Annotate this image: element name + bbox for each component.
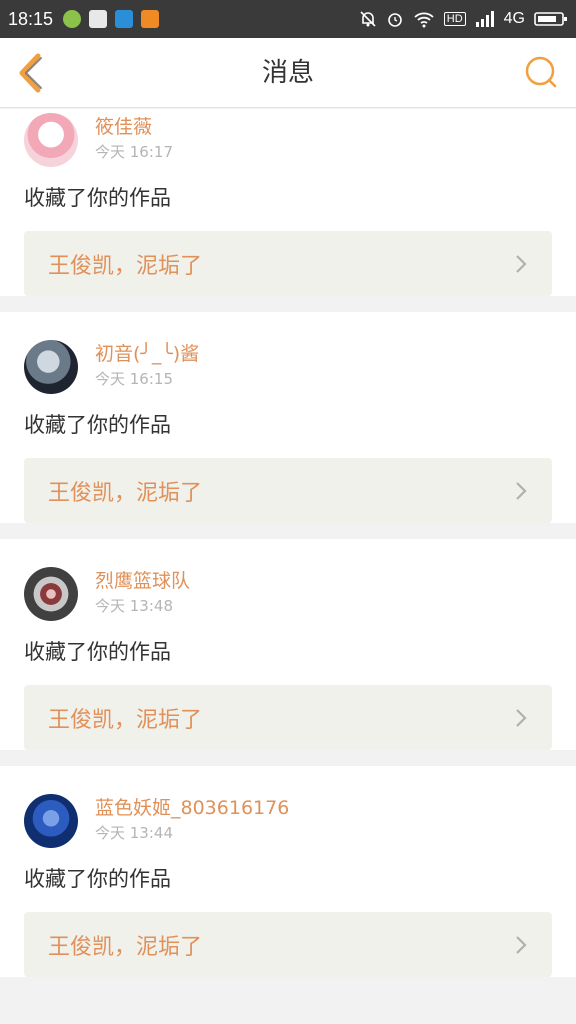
chevron-right-icon — [516, 481, 527, 500]
network-label: 4G — [503, 10, 525, 27]
work-title: 王俊凯，泥垢了 — [48, 480, 203, 506]
message-card: 初音(╯_╰)酱 今天 16:15 收藏了你的作品 王俊凯，泥垢了 — [0, 312, 576, 523]
signal-icon — [475, 11, 494, 27]
back-button[interactable] — [10, 50, 56, 96]
work-link[interactable]: 王俊凯，泥垢了 — [24, 685, 552, 750]
message-card: 烈鹰篮球队 今天 13:48 收藏了你的作品 王俊凯，泥垢了 — [0, 539, 576, 750]
work-title: 王俊凯，泥垢了 — [48, 707, 203, 733]
chevron-left-icon — [19, 53, 41, 93]
alarm-icon — [387, 13, 402, 27]
app-icon-green — [63, 10, 82, 28]
timestamp: 今天 13:44 — [95, 824, 173, 842]
work-link[interactable]: 王俊凯，泥垢了 — [24, 912, 552, 977]
message-header: 筱佳薇 今天 16:17 — [24, 113, 552, 175]
action-text: 收藏了你的作品 — [24, 413, 171, 437]
message-header: 初音(╯_╰)酱 今天 16:15 — [24, 336, 552, 402]
battery-icon — [534, 12, 567, 26]
chevron-right-icon — [516, 254, 527, 273]
avatar[interactable] — [24, 794, 78, 848]
search-icon — [525, 56, 557, 88]
username[interactable]: 烈鹰篮球队 — [95, 567, 190, 595]
action-text: 收藏了你的作品 — [24, 640, 171, 664]
username[interactable]: 筱佳薇 — [95, 113, 173, 141]
timestamp: 今天 16:17 — [95, 143, 173, 161]
avatar[interactable] — [24, 340, 78, 394]
app-icon-gallery — [89, 10, 108, 28]
app-header: 消息 — [0, 38, 576, 108]
wifi-icon — [414, 12, 434, 28]
app-icon-scan — [115, 10, 134, 28]
message-header: 烈鹰篮球队 今天 13:48 — [24, 563, 552, 629]
message-header: 蓝色妖姬_803616176 今天 13:44 — [24, 790, 552, 856]
message-list: 筱佳薇 今天 16:17 收藏了你的作品 王俊凯，泥垢了 初音(╯_╰)酱 今天… — [0, 109, 576, 993]
username[interactable]: 初音(╯_╰)酱 — [95, 340, 199, 368]
search-button[interactable] — [520, 52, 560, 92]
work-link[interactable]: 王俊凯，泥垢了 — [24, 458, 552, 523]
message-card: 筱佳薇 今天 16:17 收藏了你的作品 王俊凯，泥垢了 — [0, 109, 576, 296]
hd-icon: HD — [443, 12, 466, 26]
page-title: 消息 — [261, 58, 314, 88]
timestamp: 今天 13:48 — [95, 597, 173, 615]
work-title: 王俊凯，泥垢了 — [48, 253, 203, 279]
status-bar: 18:15 HD 4G — [0, 0, 576, 38]
chevron-right-icon — [516, 708, 527, 727]
avatar[interactable] — [24, 567, 78, 621]
app-icon-orange — [141, 10, 160, 28]
avatar[interactable] — [24, 113, 78, 167]
chevron-right-icon — [516, 935, 527, 954]
work-link[interactable]: 王俊凯，泥垢了 — [24, 231, 552, 296]
status-time: 18:15 — [8, 8, 54, 29]
message-card: 蓝色妖姬_803616176 今天 13:44 收藏了你的作品 王俊凯，泥垢了 — [0, 766, 576, 977]
timestamp: 今天 16:15 — [95, 370, 173, 388]
username[interactable]: 蓝色妖姬_803616176 — [95, 794, 289, 822]
work-title: 王俊凯，泥垢了 — [48, 934, 203, 960]
action-text: 收藏了你的作品 — [24, 867, 171, 891]
action-text: 收藏了你的作品 — [24, 186, 171, 210]
mute-bell-icon — [360, 11, 376, 27]
